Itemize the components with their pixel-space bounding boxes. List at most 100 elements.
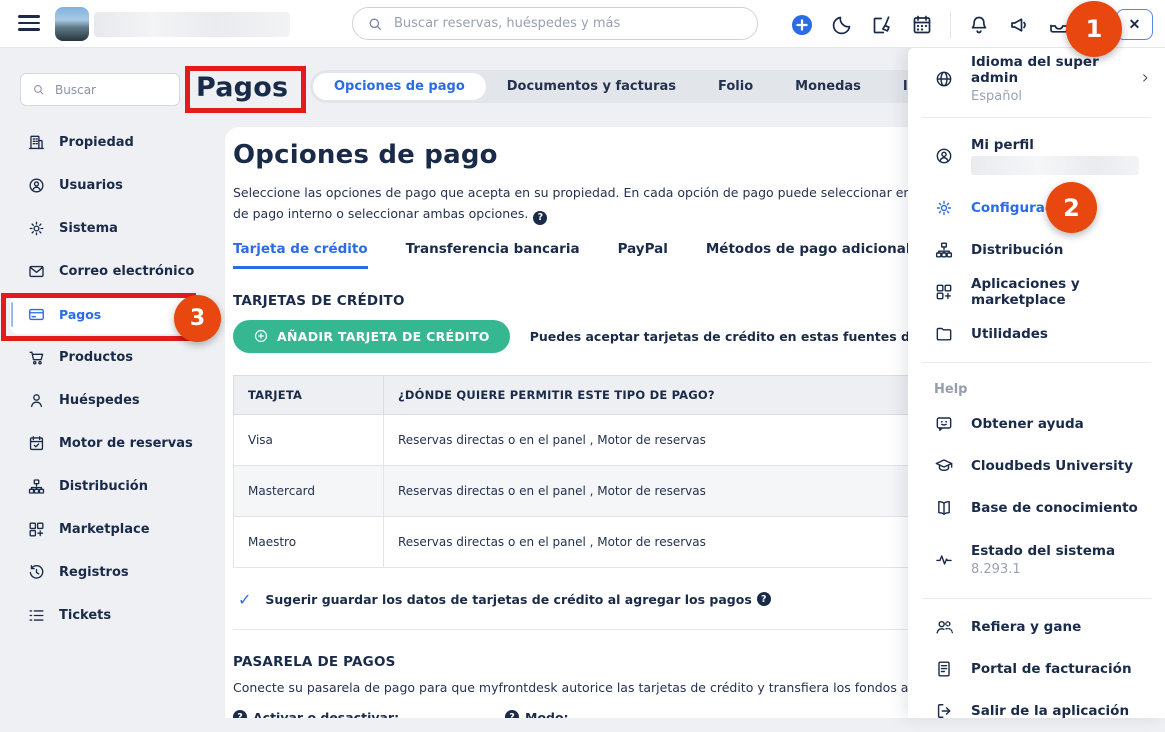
sidebar-search-input[interactable]	[53, 82, 153, 98]
invoice-icon	[934, 659, 954, 679]
housekeeping-icon	[870, 13, 894, 37]
menu-item-label: Portal de facturación	[971, 661, 1132, 677]
sidebar-item-label: Correo electrónico	[59, 264, 194, 279]
calendar-button[interactable]	[910, 13, 934, 37]
menu-item-obtener-ayuda[interactable]: Obtener ayuda	[908, 403, 1165, 445]
grad-cap-icon	[934, 456, 954, 476]
menu-item-aplicaciones-y-marketplace[interactable]: Aplicaciones y marketplace	[908, 271, 1165, 313]
sidebar-item-label: Tickets	[59, 608, 111, 623]
tab-opciones-de-pago[interactable]: Opciones de pago	[313, 73, 486, 100]
sidebar-item-label: Sistema	[59, 221, 118, 236]
table-column-header: TARJETA	[234, 375, 384, 414]
sidebar-item-huespedes[interactable]: Huéspedes	[0, 379, 205, 422]
plus-circle-icon	[253, 328, 269, 344]
sidebar-item-correo-electronico[interactable]: Correo electrónico	[0, 250, 205, 293]
menu-item-cloudbeds-university[interactable]: Cloudbeds University	[908, 445, 1165, 487]
menu-item-distribucion[interactable]: Distribución	[908, 229, 1165, 271]
menu-item-salir-de-la-aplicacion[interactable]: Salir de la aplicación	[908, 690, 1165, 732]
calendar-icon	[910, 13, 934, 37]
task-list-icon	[27, 606, 46, 625]
hamburger-menu-icon[interactable]	[18, 15, 40, 35]
sidebar-item-usuarios[interactable]: Usuarios	[0, 164, 205, 207]
moon-icon	[830, 13, 854, 37]
menu-item-utilidades[interactable]: Utilidades	[908, 313, 1165, 355]
menu-item-estado-del-sistema[interactable]: Estado del sistema 8.293.1	[908, 529, 1165, 591]
help-icon[interactable]: ?	[233, 710, 247, 718]
global-search-input[interactable]	[392, 15, 743, 32]
sidebar-item-label: Huéspedes	[59, 393, 140, 408]
building-icon	[27, 133, 46, 152]
tab-documentos-y-facturas[interactable]: Documentos y facturas	[486, 73, 697, 100]
sidebar-item-productos[interactable]: Productos	[0, 336, 205, 379]
tab-folio[interactable]: Folio	[697, 73, 774, 100]
plus-circle-icon	[790, 13, 814, 37]
menu-item-label: Obtener ayuda	[971, 416, 1084, 432]
subtab-tarjeta-de-credito[interactable]: Tarjeta de crédito	[233, 241, 368, 269]
sidebar-search[interactable]	[20, 73, 180, 106]
tab-monedas[interactable]: Monedas	[774, 73, 882, 100]
sidebar-item-motor-de-reservas[interactable]: Motor de reservas	[0, 422, 205, 465]
checkbox-checked-icon[interactable]: ✓	[238, 590, 251, 609]
topbar-icon-row	[790, 12, 1071, 37]
subtab-paypal[interactable]: PayPal	[618, 241, 668, 269]
calendar-check-icon	[27, 434, 46, 453]
page-title: Pagos	[196, 72, 288, 103]
subtab-transferencia-bancaria[interactable]: Transferencia bancaria	[406, 241, 580, 269]
card-type-cell: Mastercard	[234, 465, 384, 516]
menu-item-label: Aplicaciones y marketplace	[971, 276, 1151, 308]
sidebar-item-distribucion[interactable]: Distribución	[0, 465, 205, 508]
menu-item-configuracion[interactable]: Configuración	[908, 187, 1165, 229]
redacted-profile-email	[971, 156, 1139, 175]
menu-divider	[922, 117, 1151, 118]
annotation-step-1: 1	[1066, 1, 1122, 57]
card-type-cell: Visa	[234, 414, 384, 465]
menu-item-sublabel: 8.293.1	[971, 562, 1115, 577]
person-icon	[27, 391, 46, 410]
sidebar-item-label: Propiedad	[59, 135, 134, 150]
gear-icon	[27, 219, 46, 238]
menu-item-label: Base de conocimiento	[971, 500, 1138, 516]
menu-item-sublabel: Español	[971, 89, 1122, 104]
menu-item-mi-perfil[interactable]: Mi perfil	[908, 125, 1165, 187]
sidebar-item-label: Registros	[59, 565, 129, 580]
bell-icon	[967, 13, 991, 37]
property-logo[interactable]	[55, 7, 89, 41]
sidebar-item-marketplace[interactable]: Marketplace	[0, 508, 205, 551]
topbar: ✕	[0, 0, 1165, 48]
night-audit-button[interactable]	[830, 13, 854, 37]
add-credit-card-button[interactable]: AÑADIR TARJETA DE CRÉDITO	[233, 320, 510, 353]
help-icon[interactable]: ?	[505, 710, 519, 718]
menu-item-idioma-del-super-admin[interactable]: Idioma del super admin Español	[908, 48, 1165, 110]
menu-item-label: Cloudbeds University	[971, 458, 1133, 474]
redacted-property-name	[94, 12, 290, 37]
menu-item-base-de-conocimiento[interactable]: Base de conocimiento	[908, 487, 1165, 529]
sidebar-item-tickets[interactable]: Tickets	[0, 594, 205, 637]
help-icon[interactable]: ?	[533, 211, 547, 225]
sidebar-item-label: Usuarios	[59, 178, 123, 193]
menu-item-refiera-y-gane[interactable]: Refiera y gane	[908, 606, 1165, 648]
menu-divider	[922, 598, 1151, 599]
menu-item-portal-de-facturacion[interactable]: Portal de facturación	[908, 648, 1165, 690]
book-icon	[934, 498, 954, 518]
quick-add-button[interactable]	[790, 13, 814, 37]
folder-icon	[934, 324, 954, 344]
menu-item-label: Idioma del super admin	[971, 54, 1122, 86]
sitemap-icon	[27, 477, 46, 496]
mode-label: ? Modo:	[505, 710, 777, 719]
grid-plus-icon	[934, 282, 954, 302]
sidebar-item-sistema[interactable]: Sistema	[0, 207, 205, 250]
people-icon	[934, 617, 954, 637]
sidebar-item-registros[interactable]: Registros	[0, 551, 205, 594]
global-search[interactable]	[352, 7, 758, 40]
search-icon	[32, 83, 45, 96]
menu-item-label: Refiera y gane	[971, 619, 1081, 635]
menu-item-label: Utilidades	[971, 326, 1048, 342]
help-icon[interactable]: ?	[757, 592, 771, 606]
sidebar-item-propiedad[interactable]: Propiedad	[0, 121, 205, 164]
menu-item-label: Estado del sistema	[971, 543, 1115, 559]
announcements-button[interactable]	[1007, 13, 1031, 37]
sidebar-item-pagos[interactable]: Pagos	[10, 295, 193, 334]
chevron-right-icon	[1139, 72, 1151, 86]
notifications-button[interactable]	[967, 13, 991, 37]
housekeeping-button[interactable]	[870, 13, 894, 37]
